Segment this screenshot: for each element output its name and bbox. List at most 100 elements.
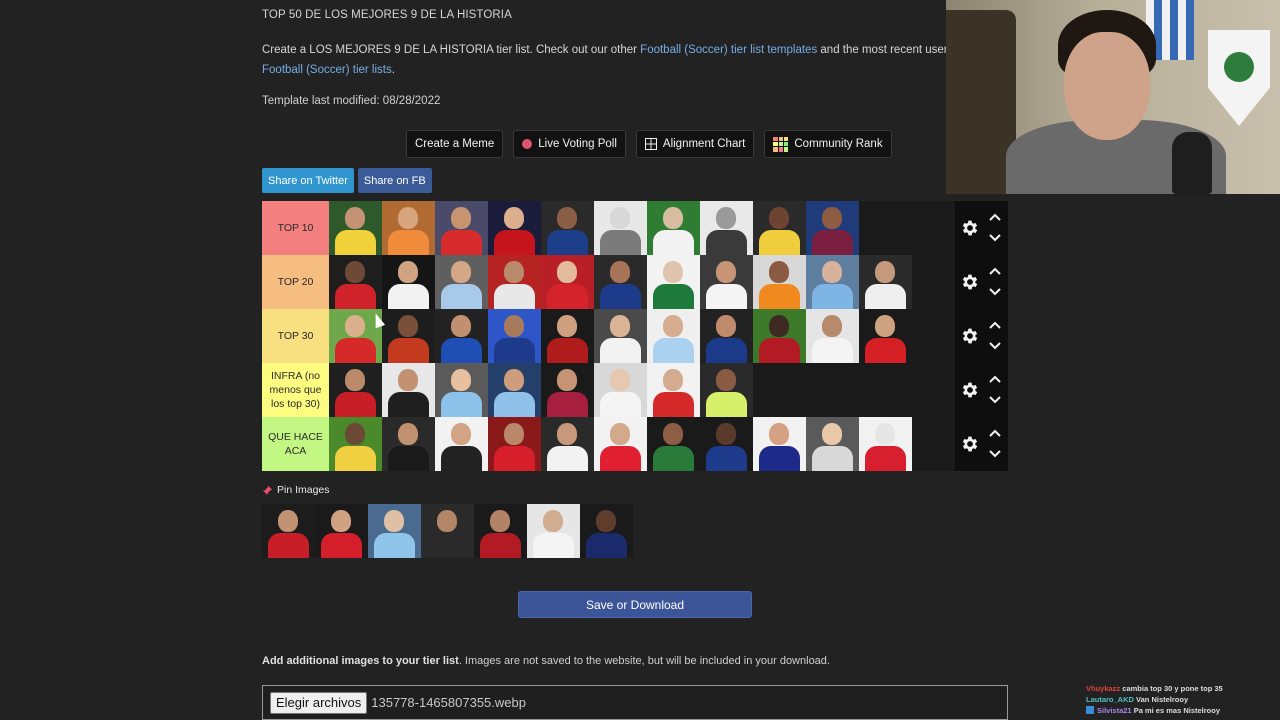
player-image[interactable]	[594, 417, 647, 471]
alignment-chart-button[interactable]: Alignment Chart	[635, 130, 755, 158]
gear-icon[interactable]	[960, 272, 980, 292]
player-image[interactable]	[435, 417, 488, 471]
tier-label[interactable]: TOP 20	[262, 255, 329, 309]
community-rank-button[interactable]: Community Rank	[764, 130, 892, 158]
gear-icon[interactable]	[960, 218, 980, 238]
move-up-icon[interactable]	[989, 213, 1001, 221]
save-download-button[interactable]: Save or Download	[518, 591, 752, 618]
player-image[interactable]	[488, 363, 541, 417]
player-image[interactable]	[647, 309, 700, 363]
player-image[interactable]	[647, 201, 700, 255]
player-image[interactable]	[541, 201, 594, 255]
templates-link[interactable]: Football (Soccer) tier list templates	[640, 44, 817, 56]
player-image[interactable]	[329, 201, 382, 255]
tier-lists-link[interactable]: Football (Soccer) tier lists	[262, 64, 392, 76]
player-image[interactable]	[594, 309, 647, 363]
player-image[interactable]	[700, 363, 753, 417]
tier-controls	[955, 309, 1008, 363]
player-image[interactable]	[435, 363, 488, 417]
player-image[interactable]	[329, 363, 382, 417]
player-image[interactable]	[859, 417, 912, 471]
pinned-player-image[interactable]	[315, 504, 368, 558]
tier-items[interactable]	[329, 201, 955, 255]
player-image[interactable]	[488, 309, 541, 363]
player-image[interactable]	[382, 309, 435, 363]
player-image[interactable]	[435, 201, 488, 255]
player-image[interactable]	[700, 201, 753, 255]
tier-items[interactable]	[329, 309, 955, 363]
create-meme-button[interactable]: Create a Meme	[406, 130, 504, 158]
move-up-icon[interactable]	[989, 429, 1001, 437]
player-image[interactable]	[647, 363, 700, 417]
tier-items[interactable]	[329, 363, 955, 417]
tier-label[interactable]: TOP 30	[262, 309, 329, 363]
player-image[interactable]	[541, 417, 594, 471]
player-image[interactable]	[329, 417, 382, 471]
player-image[interactable]	[594, 255, 647, 309]
player-image[interactable]	[382, 255, 435, 309]
player-image[interactable]	[753, 309, 806, 363]
player-image[interactable]	[329, 255, 382, 309]
pin-images-label: Pin Images	[277, 484, 330, 496]
player-image[interactable]	[859, 309, 912, 363]
player-image[interactable]	[435, 309, 488, 363]
pinned-player-image[interactable]	[262, 504, 315, 558]
tier-label[interactable]: QUE HACE ACA	[262, 417, 329, 471]
tier-label[interactable]: INFRA (no menos que los top 30)	[262, 363, 329, 417]
pinned-player-image[interactable]	[580, 504, 633, 558]
choose-files-button[interactable]: Elegir archivos	[270, 691, 368, 714]
move-down-icon[interactable]	[989, 396, 1001, 404]
player-image[interactable]	[647, 255, 700, 309]
player-image[interactable]	[753, 417, 806, 471]
player-image[interactable]	[753, 255, 806, 309]
player-image[interactable]	[435, 255, 488, 309]
move-down-icon[interactable]	[989, 450, 1001, 458]
player-image[interactable]	[382, 417, 435, 471]
move-up-icon[interactable]	[989, 375, 1001, 383]
player-image[interactable]	[541, 363, 594, 417]
move-down-icon[interactable]	[989, 342, 1001, 350]
gear-icon[interactable]	[960, 380, 980, 400]
player-image[interactable]	[859, 255, 912, 309]
gear-icon[interactable]	[960, 326, 980, 346]
player-image[interactable]	[806, 201, 859, 255]
player-image[interactable]	[488, 201, 541, 255]
pinned-player-image[interactable]	[527, 504, 580, 558]
rank-mosaic-icon	[773, 136, 789, 152]
tier-items[interactable]	[329, 417, 955, 471]
alignment-chart-label: Alignment Chart	[662, 138, 746, 150]
player-image[interactable]	[700, 417, 753, 471]
move-down-icon[interactable]	[989, 288, 1001, 296]
microphone	[1172, 132, 1212, 194]
move-up-icon[interactable]	[989, 267, 1001, 275]
player-image[interactable]	[594, 201, 647, 255]
pinned-player-image[interactable]	[368, 504, 421, 558]
add-images-text: . Images are not saved to the website, b…	[458, 655, 830, 667]
player-image[interactable]	[806, 255, 859, 309]
file-upload-field[interactable]: Elegir archivos 135778-1465807355.webp	[262, 685, 1008, 720]
player-image[interactable]	[541, 309, 594, 363]
tier-label[interactable]: TOP 10	[262, 201, 329, 255]
player-image[interactable]	[700, 255, 753, 309]
live-voting-button[interactable]: Live Voting Poll	[513, 130, 626, 158]
player-image[interactable]	[541, 255, 594, 309]
player-image[interactable]	[488, 417, 541, 471]
share-twitter-button[interactable]: Share on Twitter	[262, 168, 354, 193]
player-image[interactable]	[594, 363, 647, 417]
move-down-icon[interactable]	[989, 234, 1001, 242]
pinned-player-image[interactable]	[474, 504, 527, 558]
player-image[interactable]	[753, 201, 806, 255]
player-image[interactable]	[806, 309, 859, 363]
selected-file-name: 135778-1465807355.webp	[371, 695, 526, 710]
player-image[interactable]	[382, 201, 435, 255]
pinned-player-image[interactable]	[421, 504, 474, 558]
player-image[interactable]	[806, 417, 859, 471]
player-image[interactable]	[488, 255, 541, 309]
player-image[interactable]	[700, 309, 753, 363]
player-image[interactable]	[647, 417, 700, 471]
player-image[interactable]	[382, 363, 435, 417]
tier-items[interactable]	[329, 255, 955, 309]
share-facebook-button[interactable]: Share on FB	[357, 168, 432, 193]
move-up-icon[interactable]	[989, 321, 1001, 329]
gear-icon[interactable]	[960, 434, 980, 454]
